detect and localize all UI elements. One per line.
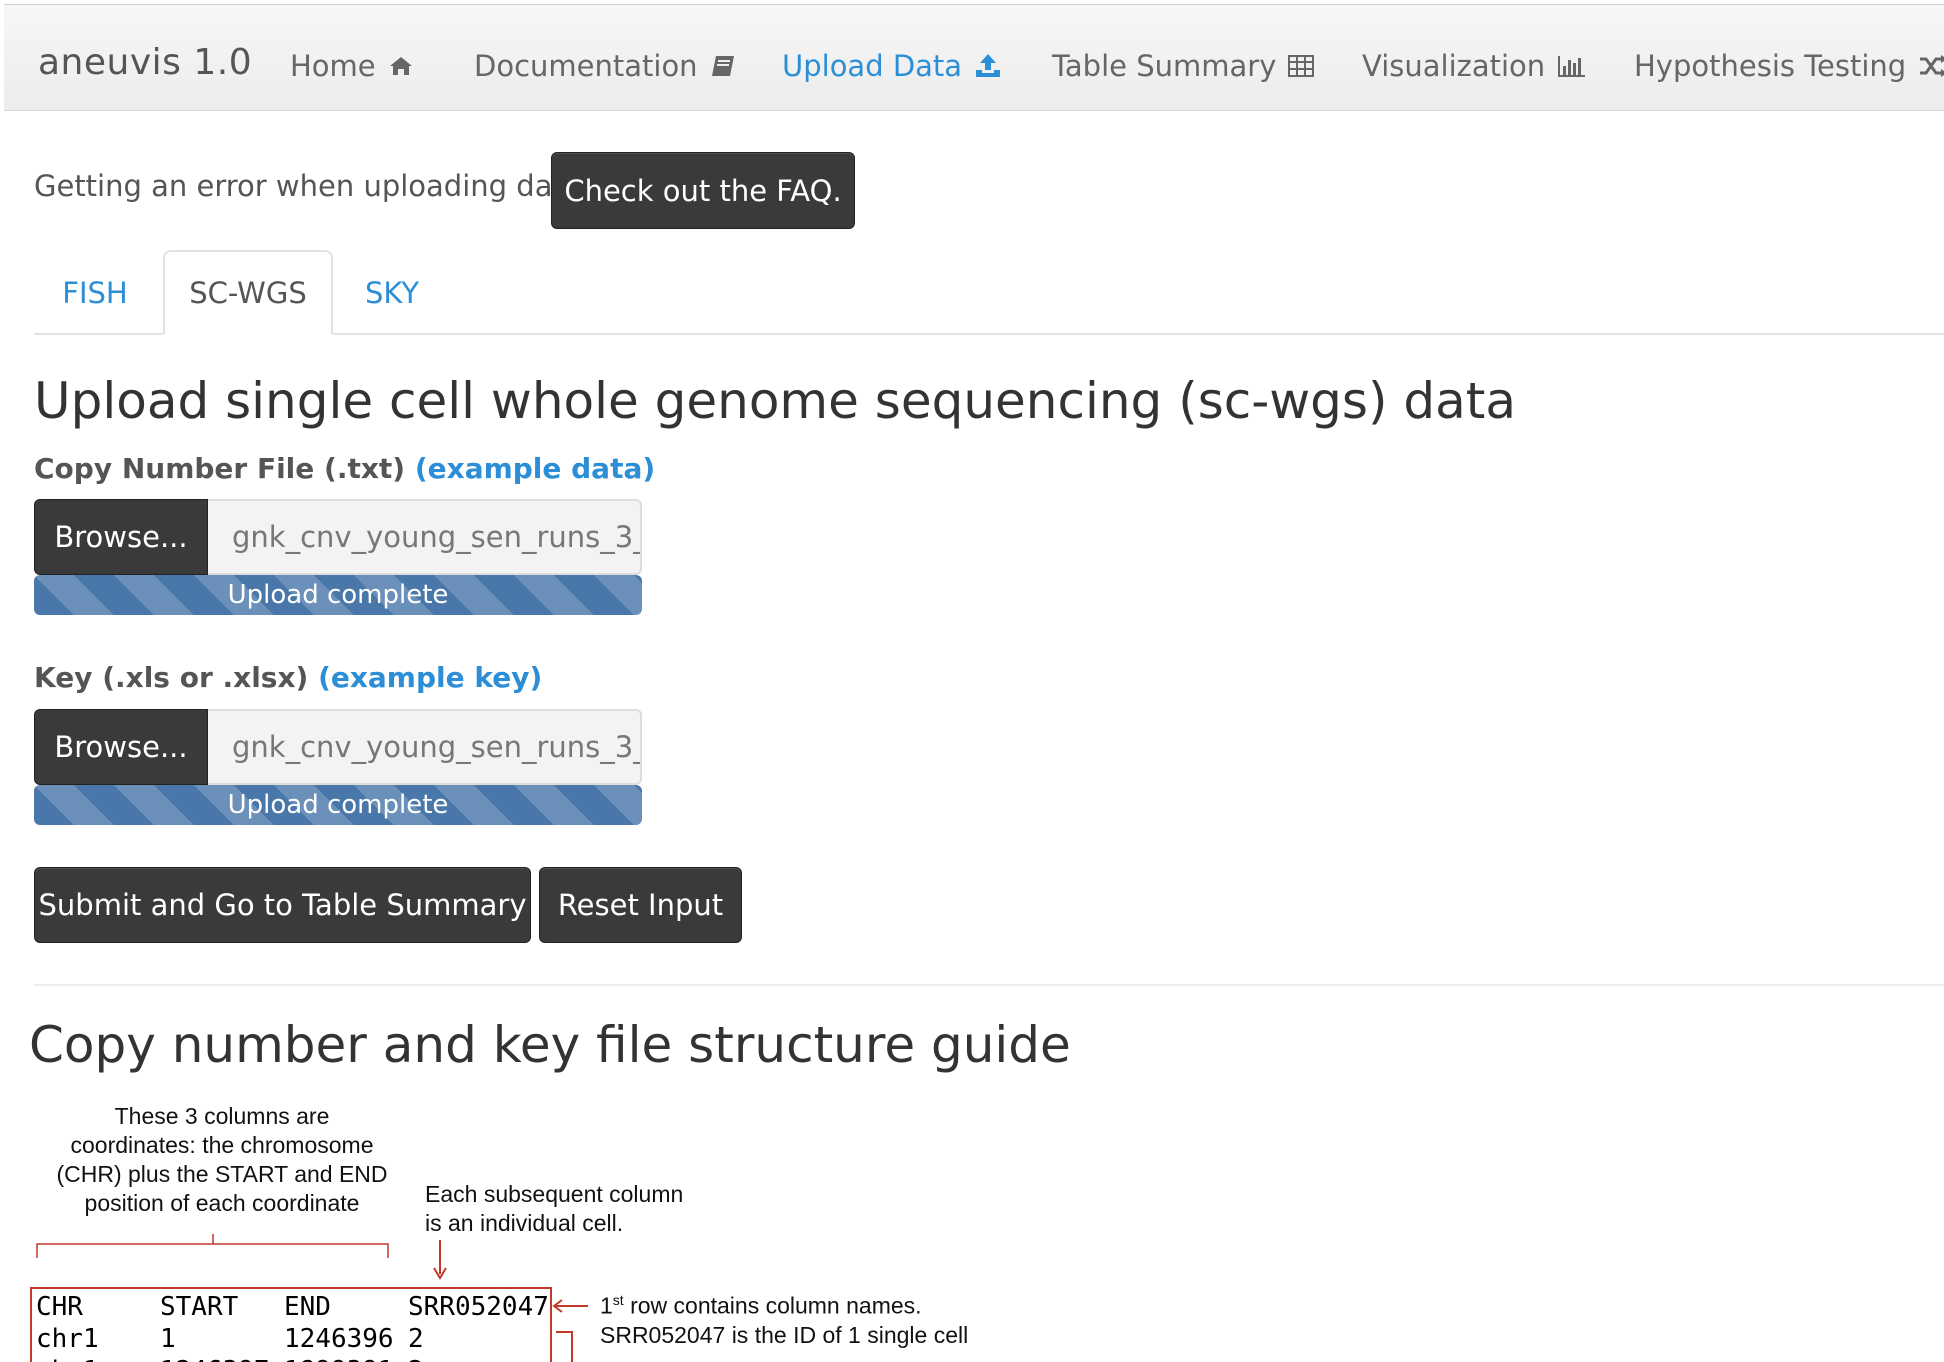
table-cell: 1246397 — [160, 1356, 270, 1362]
table-header-cell: SRR052047 — [408, 1292, 549, 1322]
nav-upload-data-label: Upload Data — [782, 49, 963, 83]
guide-heading: Copy number and key file structure guide — [29, 1016, 1071, 1074]
nav-documentation-label: Documentation — [474, 49, 698, 83]
example-key-link[interactable]: (example key) — [318, 661, 542, 694]
home-icon — [389, 57, 412, 75]
reset-input-button[interactable]: Reset Input — [539, 867, 742, 943]
nav-visualization[interactable]: Visualization — [1362, 49, 1587, 83]
upload-heading: Upload single cell whole genome sequenci… — [34, 372, 1516, 430]
coords-note-line: These 3 columns are — [114, 1103, 330, 1129]
copy-number-label: Copy Number File (.txt) (example data) — [34, 452, 655, 485]
table-cell: 1899391 — [284, 1356, 394, 1362]
row-note-ordinal: 1 — [600, 1292, 613, 1319]
row-note-arrows — [552, 1299, 588, 1362]
nav-home-label: Home — [290, 49, 376, 83]
key-progress-bar: Upload complete — [34, 785, 642, 825]
cell-note-line: Each subsequent column — [425, 1181, 684, 1207]
copy-number-file-name[interactable]: gnk_cnv_young_sen_runs_3_4 — [208, 499, 642, 575]
copy-number-browse-button[interactable]: Browse... — [34, 499, 208, 575]
coords-note-line: position of each coordinate — [84, 1190, 360, 1216]
row-note-line-2: SRR052047 is the ID of 1 single cell — [600, 1321, 969, 1348]
top-navbar: aneuvis 1.0 Home Documentation Upload Da… — [4, 4, 1944, 111]
nav-home[interactable]: Home — [290, 49, 414, 83]
example-data-link[interactable]: (example data) — [415, 452, 655, 485]
key-browse-button[interactable]: Browse... — [34, 709, 208, 785]
nav-hypothesis-testing-label: Hypothesis Testing — [1634, 49, 1907, 83]
faq-prompt: Getting an error when uploading data? — [34, 169, 597, 203]
copy-number-progress-bar: Upload complete — [34, 575, 642, 615]
row-note: 1st row contains column names. SRR052047… — [600, 1286, 968, 1350]
coords-note-line: coordinates: the chromosome — [70, 1132, 374, 1158]
table-header-cell: CHR — [36, 1292, 83, 1322]
nav-table-summary[interactable]: Table Summary — [1052, 49, 1315, 83]
sample-copy-number-table: CHR START END SRR052047 chr1 1 1246396 2… — [30, 1287, 552, 1362]
coords-note: These 3 columns are coordinates: the chr… — [40, 1102, 404, 1218]
upload-icon — [976, 54, 1001, 77]
nav-hypothesis-testing[interactable]: Hypothesis Testing — [1634, 49, 1944, 83]
table-cell: chr1 — [36, 1324, 99, 1354]
key-label-text: Key (.xls or .xlsx) — [34, 661, 309, 694]
row-note-line-1: 1st row contains column names. — [600, 1286, 968, 1321]
coords-note-line: (CHR) plus the START and END — [56, 1161, 388, 1187]
table-cell: 2 — [408, 1324, 424, 1354]
key-progress-text: Upload complete — [227, 790, 449, 820]
nav-documentation[interactable]: Documentation — [474, 49, 736, 83]
copy-number-label-text: Copy Number File (.txt) — [34, 452, 406, 485]
submit-button[interactable]: Submit and Go to Table Summary — [34, 867, 531, 943]
copy-number-progress-text: Upload complete — [227, 580, 449, 610]
key-label: Key (.xls or .xlsx) (example key) — [34, 661, 542, 694]
section-divider — [34, 984, 1944, 986]
table-cell: chr1 — [36, 1356, 99, 1362]
bar-chart-icon — [1558, 56, 1586, 77]
tab-sky[interactable]: SKY — [340, 250, 444, 335]
tab-fish[interactable]: FISH — [34, 250, 156, 335]
table-header-cell: START — [160, 1292, 239, 1322]
key-file-input: Browse... gnk_cnv_young_sen_runs_3_4 — [34, 709, 642, 785]
row-note-text: row contains column names. — [623, 1292, 922, 1319]
row-note-superscript: st — [612, 1292, 624, 1308]
brand-title[interactable]: aneuvis 1.0 — [38, 42, 252, 83]
table-cell: 2 — [408, 1356, 424, 1362]
table-icon — [1288, 55, 1315, 77]
copy-number-file-input: Browse... gnk_cnv_young_sen_runs_3_4 — [34, 499, 642, 575]
faq-button[interactable]: Check out the FAQ. — [551, 152, 855, 229]
key-file-name[interactable]: gnk_cnv_young_sen_runs_3_4 — [208, 709, 642, 785]
table-cell: 1 — [160, 1324, 176, 1354]
book-icon — [711, 56, 734, 76]
nav-visualization-label: Visualization — [1362, 49, 1546, 83]
tab-sc-wgs[interactable]: SC-WGS — [163, 250, 333, 335]
table-cell: 1246396 — [284, 1324, 394, 1354]
guide-annotation-lines — [36, 1234, 447, 1280]
nav-table-summary-label: Table Summary — [1052, 49, 1277, 83]
random-icon — [1920, 55, 1944, 77]
nav-upload-data[interactable]: Upload Data — [782, 49, 1002, 83]
table-header-cell: END — [284, 1292, 331, 1322]
